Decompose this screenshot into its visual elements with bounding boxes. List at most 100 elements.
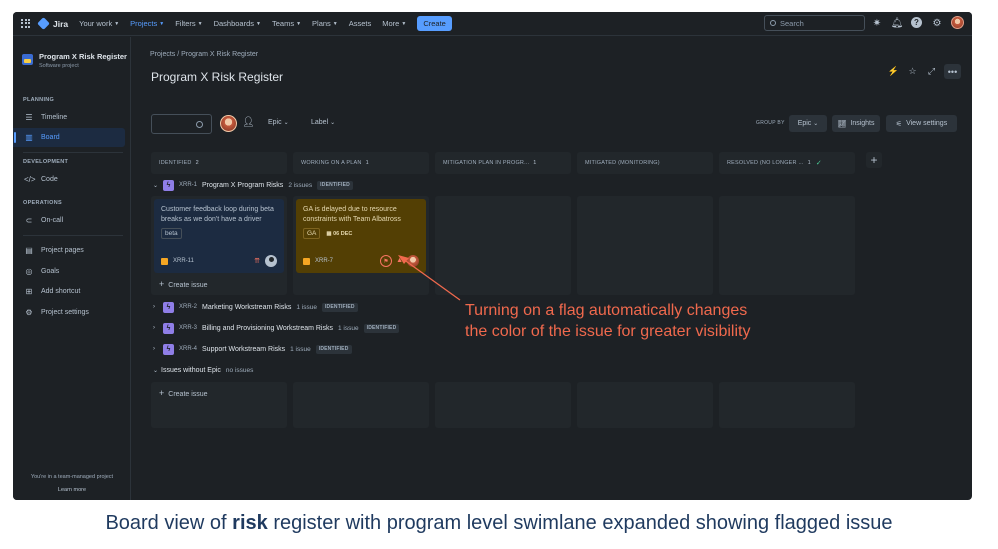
assignee-avatar[interactable] [265, 255, 277, 267]
nav-teams[interactable]: Teams ▼ [272, 19, 301, 28]
jira-logo[interactable]: Jira [37, 17, 68, 30]
board-search-input[interactable] [151, 114, 212, 134]
epic-lightning-icon: ϟ [163, 343, 174, 355]
swimlane-no-epic[interactable]: ⌄ Issues without Epic no issues [153, 363, 253, 377]
view-settings-button[interactable]: ⚟ View settings [886, 115, 957, 132]
column-mitigation-in-progress[interactable]: MITIGATION PLAN IN PROGR... 1 [435, 152, 571, 174]
chevron-down-icon: ▼ [401, 20, 407, 27]
create-button[interactable]: Create [417, 16, 452, 31]
chevron-right-icon: › [153, 346, 155, 352]
jira-logo-icon [37, 17, 50, 30]
nav-projects[interactable]: Projects ▼ [130, 19, 164, 28]
board-main: Projects / Program X Risk Register Progr… [132, 37, 972, 500]
board-toolbar: 👤︎ Epic ⌄ Label ⌄ GROUP BY Epic ⌄ 📈︎ Insi… [151, 114, 957, 134]
annotation-text: Turning on a flag automatically changes … [465, 302, 751, 340]
status-badge: IDENTIFIED [317, 180, 353, 190]
column-resolved[interactable]: RESOLVED (NO LONGER ... 1 ✓ [719, 152, 855, 174]
project-name: Program X Risk Register [39, 52, 127, 61]
board-header-actions: ⚡ ☆ ⤢ ••• [887, 64, 961, 79]
sidebar-item-add-shortcut[interactable]: ⊞ Add shortcut [13, 282, 125, 301]
group-by-dropdown[interactable]: Epic ⌄ [789, 115, 827, 132]
nav-filters[interactable]: Filters ▼ [175, 19, 202, 28]
epic-filter-dropdown[interactable]: Epic ⌄ [268, 119, 289, 126]
status-badge: IDENTIFIED [315, 344, 352, 354]
apps-grid-icon[interactable] [21, 18, 31, 29]
epic-lightning-icon: ϟ [163, 322, 174, 334]
issue-card-flagged[interactable]: GA is delayed due to resource constraint… [296, 199, 426, 273]
settings-icon[interactable]: ⚙ [931, 17, 943, 29]
column-identified[interactable]: IDENTIFIED 2 [151, 152, 287, 174]
atlassian-ai-icon[interactable]: ✷ [871, 17, 883, 29]
help-icon[interactable]: ? [911, 17, 922, 28]
swimlane-header[interactable]: › ϟ XRR-3 Billing and Provisioning Works… [153, 321, 400, 335]
breadcrumb[interactable]: Projects / Program X Risk Register [150, 51, 258, 58]
card-label: GA [303, 228, 321, 239]
group-by-label: GROUP BY [756, 120, 785, 126]
sidebar-item-code[interactable]: </> Code [13, 170, 125, 189]
create-issue-button[interactable]: + Create issue [159, 279, 208, 289]
more-actions-icon[interactable]: ••• [944, 64, 961, 79]
board-cell [719, 196, 855, 295]
sidebar-item-timeline[interactable]: ☰ Timeline [13, 108, 125, 127]
project-avatar-icon [22, 54, 33, 65]
card-summary: Customer feedback loop during beta break… [161, 206, 274, 223]
project-type: Software project [39, 63, 79, 69]
label-filter-dropdown[interactable]: Label ⌄ [311, 119, 335, 126]
issue-type-icon [303, 257, 310, 265]
user-avatar[interactable] [951, 16, 964, 29]
sidebar-item-project-settings[interactable]: ⚙ Project settings [13, 303, 125, 322]
global-search-input[interactable]: Search [764, 15, 865, 31]
create-issue-button[interactable]: + Create issue [159, 388, 208, 398]
nav-assets[interactable]: Assets [349, 19, 372, 28]
flag-icon[interactable]: ⚑ [380, 255, 392, 267]
epic-lightning-icon: ϟ [163, 179, 174, 191]
swimlane-header[interactable]: ⌄ ϟ XRR-1 Program X Program Risks 2 issu… [153, 178, 353, 192]
nav-dashboards[interactable]: Dashboards ▼ [214, 19, 261, 28]
column-mitigated[interactable]: MITIGATED (MONITORING) [577, 152, 713, 174]
pages-icon: ▤ [25, 246, 33, 255]
chevron-down-icon: ▼ [296, 20, 302, 27]
figure-caption: Board view of risk register with program… [105, 512, 893, 534]
sidebar-item-board[interactable]: ▥ Board [13, 128, 125, 147]
assignee-avatar-filter[interactable] [220, 115, 237, 132]
chevron-down-icon: ▼ [197, 20, 203, 27]
board-cell [577, 196, 713, 295]
chevron-down-icon: ⌄ [153, 182, 159, 189]
sidebar-item-goals[interactable]: ◎ Goals [13, 262, 125, 281]
column-working-on-a-plan[interactable]: WORKING ON A PLAN 1 [293, 152, 429, 174]
add-column-button[interactable]: + [866, 152, 882, 168]
notifications-icon[interactable]: 🔔︎ [891, 17, 904, 29]
swimlane-header[interactable]: › ϟ XRR-2 Marketing Workstream Risks 1 i… [153, 300, 358, 314]
sidebar-divider [23, 152, 123, 153]
section-development: DEVELOPMENT [23, 159, 69, 165]
board-cell [719, 382, 855, 428]
nav-your-work[interactable]: Your work ▼ [79, 19, 119, 28]
add-people-icon[interactable]: 👤︎ [242, 117, 255, 128]
assignee-avatar[interactable] [407, 255, 419, 267]
project-header[interactable]: Program X Risk Register Software project [22, 52, 127, 69]
sidebar-item-project-pages[interactable]: ▤ Project pages [13, 241, 125, 260]
board-cell [435, 382, 571, 428]
swimlane-header[interactable]: › ϟ XRR-4 Support Workstream Risks 1 iss… [153, 342, 352, 356]
settings-icon: ⚙ [25, 308, 33, 317]
learn-more-link[interactable]: Learn more [13, 487, 131, 493]
project-sidebar: Program X Risk Register Software project… [13, 37, 131, 500]
board-cell [577, 382, 713, 428]
insights-button[interactable]: 📈︎ Insights [832, 115, 880, 132]
issue-card[interactable]: Customer feedback loop during beta break… [154, 199, 284, 273]
star-icon[interactable]: ☆ [906, 65, 919, 78]
team-managed-note: You're in a team-managed project [30, 474, 114, 480]
chevron-right-icon: › [153, 325, 155, 331]
chevron-down-icon: ⌄ [283, 120, 289, 126]
nav-plans[interactable]: Plans ▼ [312, 19, 338, 28]
fullscreen-icon[interactable]: ⤢ [925, 65, 938, 78]
due-date-badge: ▦ 06 DEC [326, 231, 353, 237]
board-cell [293, 382, 429, 428]
card-key: XRR-7 [315, 258, 334, 264]
nav-more[interactable]: More ▼ [382, 19, 406, 28]
sidebar-item-on-call[interactable]: ⊂ On-call [13, 211, 125, 230]
card-footer: XRR-11 ⇈ [161, 255, 277, 267]
chevron-down-icon: ▼ [332, 20, 338, 27]
automation-lightning-icon[interactable]: ⚡ [887, 65, 900, 78]
priority-high-icon: ▲ [396, 257, 403, 264]
